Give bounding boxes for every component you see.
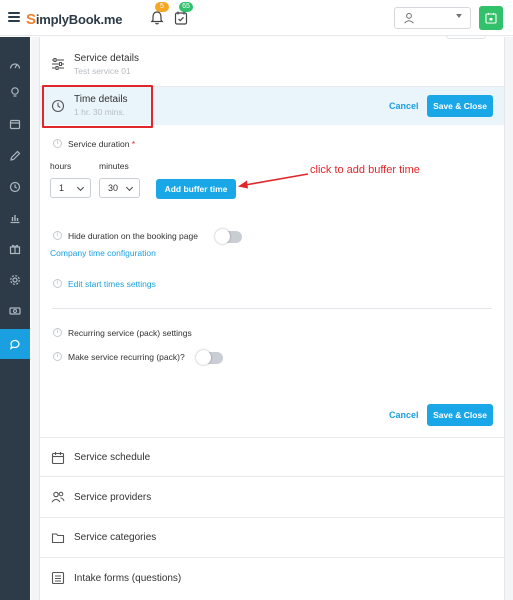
logo-s: S — [26, 11, 36, 28]
bell-icon[interactable]: 5 — [149, 2, 169, 26]
minutes-label: minutes — [99, 161, 129, 171]
cash-icon — [9, 307, 21, 315]
sidebar-item-settings[interactable] — [0, 265, 30, 295]
toggle-knob — [196, 350, 211, 365]
add-buffer-time-button[interactable]: Add buffer time — [156, 179, 236, 199]
logo-text: implyBook — [35, 12, 101, 27]
recurring-settings-label: Recurring service (pack) settings — [68, 328, 192, 338]
chevron-down-icon — [125, 183, 134, 192]
divider — [52, 308, 492, 309]
section-title: Service providers — [74, 492, 152, 503]
top-bar: SimplyBook.me 5 65 — [0, 0, 513, 36]
sidebar-item-ideas[interactable] — [0, 77, 30, 107]
clock-icon — [9, 181, 21, 193]
tasks-badge: 65 — [179, 2, 193, 12]
user-menu[interactable] — [394, 7, 471, 29]
company-time-link[interactable]: Company time configuration — [50, 248, 156, 258]
sidebar-item-reports[interactable] — [0, 203, 30, 233]
chevron-down-icon — [456, 14, 462, 18]
minutes-select[interactable]: 30 — [99, 178, 140, 198]
calendar-icon — [51, 452, 65, 465]
main-content: Service details Test service 01 Time det… — [31, 35, 513, 600]
chart-icon — [10, 215, 20, 224]
calendar-icon — [9, 119, 21, 130]
folder-icon — [51, 533, 65, 544]
sliders-icon — [52, 58, 64, 70]
toggle-knob — [215, 229, 230, 244]
minutes-value: 30 — [108, 183, 119, 193]
info-icon: i — [53, 139, 62, 148]
save-close-button[interactable]: Save & Close — [427, 404, 493, 426]
hide-duration-toggle[interactable] — [215, 229, 242, 244]
make-recurring-label: Make service recurring (pack)? — [68, 352, 185, 362]
hide-duration-label: Hide duration on the booking page — [68, 231, 198, 241]
annotation-text: click to add buffer time — [310, 164, 420, 176]
section-title: Service schedule — [74, 452, 151, 463]
section-service-schedule[interactable]: Service schedule — [40, 437, 504, 477]
section-title: Service categories — [74, 532, 157, 543]
duration-label: Service duration * — [68, 139, 135, 149]
sidebar — [0, 37, 30, 600]
hours-value: 1 — [59, 183, 65, 193]
hours-label: hours — [50, 161, 72, 171]
notifications-badge: 5 — [155, 2, 169, 12]
duration-label-text: Service duration — [68, 139, 130, 149]
logo-suffix: .me — [100, 12, 123, 27]
pencil-icon — [10, 150, 21, 161]
calendar-button[interactable] — [479, 6, 503, 30]
sidebar-item-services[interactable] — [0, 329, 30, 359]
lightbulb-icon — [11, 87, 19, 97]
info-icon: i — [53, 352, 62, 361]
sidebar-item-gifts[interactable] — [0, 234, 30, 264]
annotation-arrow-icon — [238, 173, 309, 189]
section-title: Service details — [74, 53, 140, 64]
calendar-check-icon[interactable]: 65 — [173, 2, 193, 26]
cancel-button[interactable]: Cancel — [389, 410, 419, 420]
cancel-button[interactable]: Cancel — [389, 101, 419, 111]
save-close-button[interactable]: Save & Close — [427, 95, 493, 117]
section-subtitle: Test service 01 — [74, 66, 131, 76]
make-recurring-toggle[interactable] — [196, 350, 223, 365]
edit-start-times-link[interactable]: Edit start times settings — [68, 279, 156, 289]
list-icon — [51, 571, 65, 585]
settings-icon — [10, 275, 20, 285]
sidebar-item-payments[interactable] — [0, 296, 30, 326]
menu-icon[interactable] — [8, 12, 20, 22]
calendar-icon — [485, 12, 497, 24]
info-icon: i — [53, 279, 62, 288]
section-service-details[interactable]: Service details Test service 01 — [40, 37, 504, 87]
sidebar-item-calendar[interactable] — [0, 109, 30, 139]
section-service-providers[interactable]: Service providers — [40, 477, 504, 518]
required-mark: * — [131, 139, 136, 149]
users-icon — [51, 491, 65, 503]
highlight-box — [42, 85, 153, 128]
chat-icon — [10, 339, 20, 350]
section-title: Intake forms (questions) — [74, 573, 182, 584]
sidebar-item-clock[interactable] — [0, 172, 30, 202]
info-icon: i — [53, 328, 62, 337]
sidebar-item-edit[interactable] — [0, 141, 30, 171]
hours-select[interactable]: 1 — [50, 178, 91, 198]
dashboard-icon — [9, 63, 21, 69]
gift-icon — [9, 244, 21, 255]
section-service-categories[interactable]: Service categories — [40, 518, 504, 558]
logo[interactable]: SimplyBook.me — [26, 11, 122, 28]
service-panel: Service details Test service 01 Time det… — [39, 35, 505, 600]
section-intake-forms[interactable]: Intake forms (questions) — [40, 558, 504, 600]
info-icon: i — [53, 231, 62, 240]
user-icon — [404, 12, 414, 24]
chevron-down-icon — [76, 183, 85, 192]
